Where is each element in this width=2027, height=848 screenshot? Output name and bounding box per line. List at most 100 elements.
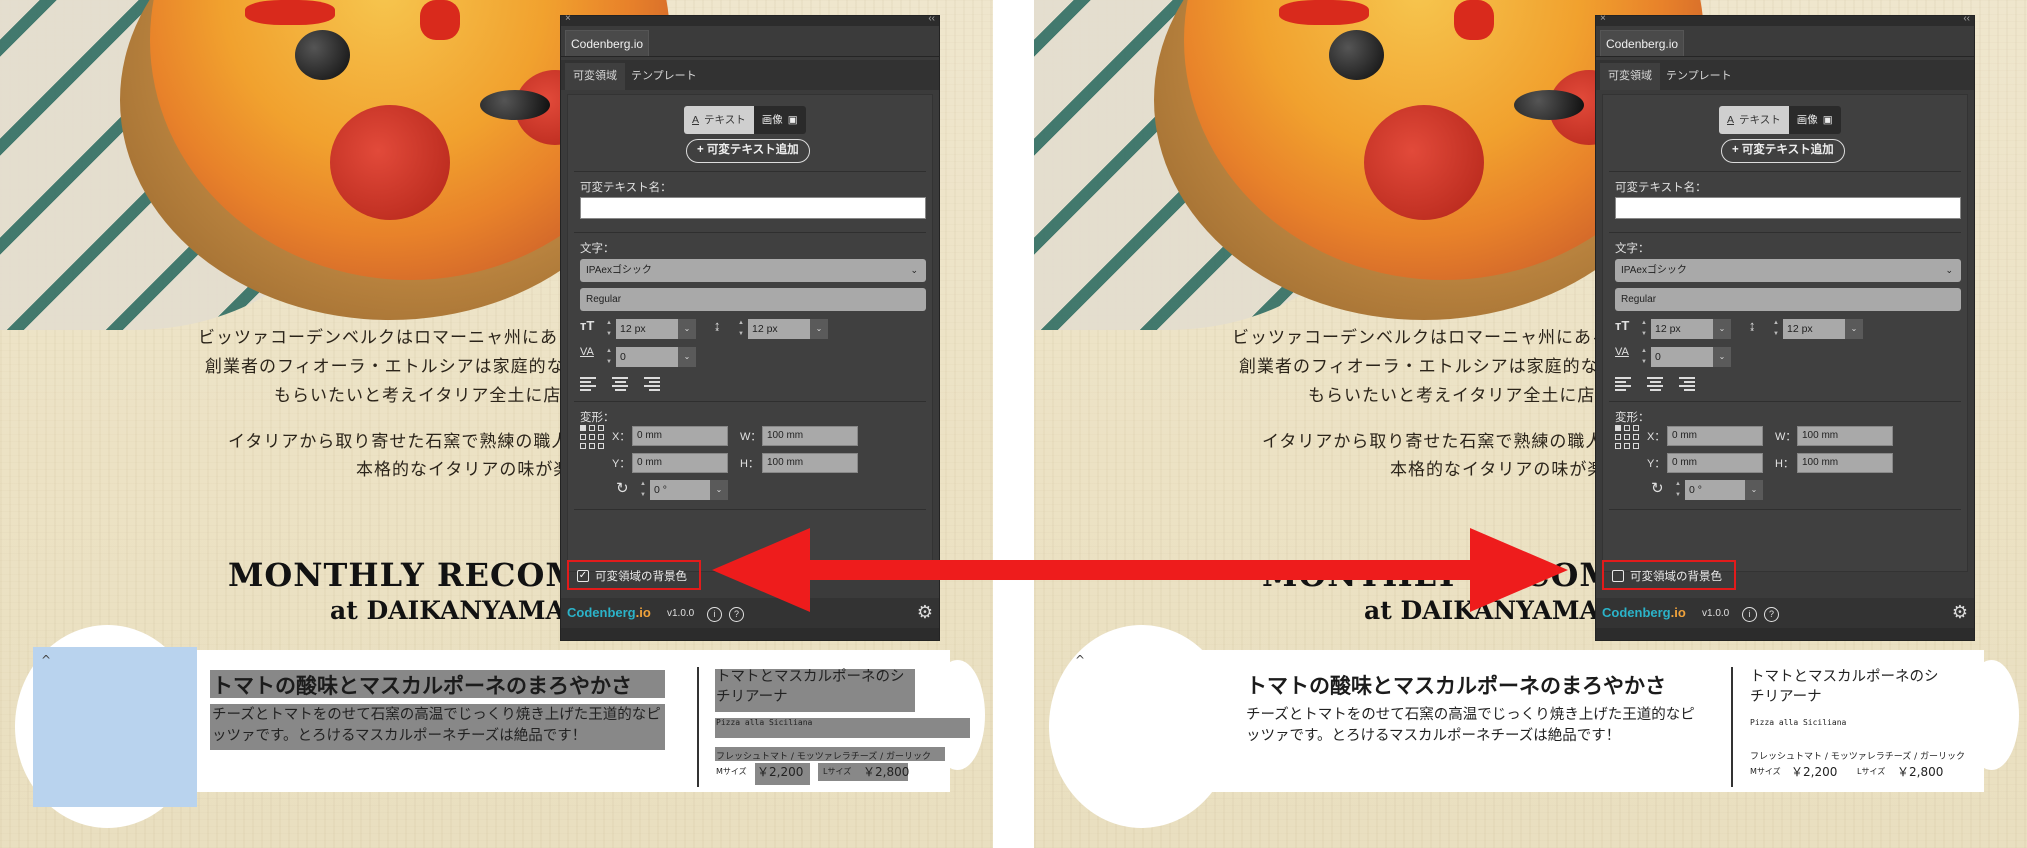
panel-topbar: × ‹‹ — [561, 13, 939, 26]
x-field[interactable]: 0 mm — [632, 426, 728, 446]
monthly-headline: MONTHLY RECOMM — [1262, 556, 1653, 594]
x-field[interactable]: 0 mm — [1667, 426, 1763, 446]
w-field[interactable]: 100 mm — [1797, 426, 1893, 446]
tracking-field[interactable]: 0 — [616, 347, 678, 367]
pizza-ingredients: フレッシュトマト / モッツァレラチーズ / ガーリック — [1750, 752, 1966, 762]
tracking-field[interactable]: 0 — [1651, 347, 1713, 367]
tracking-dropdown[interactable]: ⌄ — [678, 347, 696, 367]
line-height-stepper[interactable]: ▲ ▼ — [736, 318, 746, 340]
align-left-button[interactable] — [580, 377, 596, 391]
font-size-stepper[interactable]: ▲ ▼ — [1639, 318, 1649, 340]
h-field[interactable]: 100 mm — [762, 453, 858, 473]
tab-template[interactable]: テンプレート — [623, 63, 705, 90]
tracking-dropdown[interactable]: ⌄ — [1713, 347, 1731, 367]
rotation-field[interactable]: 0 ° — [1685, 480, 1745, 500]
text-a-icon: A — [692, 114, 700, 126]
rotation-stepper[interactable]: ▲ ▼ — [638, 479, 648, 501]
pizza-ingredients: フレッシュトマト / モッツァレラチーズ / ガーリック — [716, 752, 932, 762]
collapse-caret-icon[interactable]: ^ — [41, 653, 51, 667]
font-style-select[interactable]: Regular — [1615, 288, 1961, 311]
card-description: チーズとトマトをのせて石窯の高温でじっくり焼き上げた王道的なピッツァです。とろけ… — [212, 707, 661, 744]
font-style-select[interactable]: Regular — [580, 288, 926, 311]
line-height-stepper[interactable]: ▲ ▼ — [1771, 318, 1781, 340]
m-price: ￥2,200 — [1791, 765, 1838, 779]
help-icon[interactable]: ? — [1764, 607, 1779, 622]
align-left-button[interactable] — [580, 325, 596, 339]
close-icon[interactable]: × — [1600, 13, 1606, 24]
text-name-input[interactable] — [1615, 197, 1961, 219]
collapse-caret-icon[interactable]: ^ — [1075, 653, 1085, 667]
separator — [574, 171, 926, 172]
tracking-icon: VA — [580, 346, 594, 358]
tab-variable-area[interactable]: 可変領域 — [1600, 63, 1660, 90]
align-center-button[interactable] — [612, 377, 628, 391]
add-variable-text-button[interactable]: + 可変テキスト追加 — [1721, 139, 1845, 163]
version-label: v1.0.0 — [1702, 608, 1730, 619]
line-height-field[interactable]: 12 px — [748, 319, 810, 339]
w-field[interactable]: 100 mm — [762, 426, 858, 446]
align-right-button[interactable] — [644, 377, 660, 391]
font-family-value: IPAexゴシック — [586, 265, 652, 276]
image-area-placeholder[interactable] — [33, 647, 197, 807]
panel-tabs: 可変領域 テンプレート — [1596, 60, 1974, 90]
pepperoni — [1364, 105, 1484, 220]
h-field[interactable]: 100 mm — [1797, 453, 1893, 473]
collapse-panel-icon[interactable]: ‹‹ — [928, 13, 935, 24]
line-height-field[interactable]: 12 px — [1783, 319, 1845, 339]
panel-title-tab[interactable]: Codenberg.io — [565, 30, 650, 56]
font-size-stepper[interactable]: ▲ ▼ — [604, 318, 614, 340]
info-icon[interactable]: i — [707, 607, 722, 622]
panel-title-tab[interactable]: Codenberg.io — [1600, 30, 1685, 56]
text-name-label: 可変テキスト名： — [1615, 182, 1707, 194]
align-right-button[interactable] — [1679, 377, 1695, 391]
gear-icon[interactable]: ⚙ — [1952, 602, 1968, 623]
help-icon[interactable]: ? — [729, 607, 744, 622]
image-mode-button[interactable]: 画像 ▣ — [1788, 106, 1841, 134]
bg-color-checkbox[interactable]: ✓ — [577, 570, 589, 582]
separator — [1609, 401, 1961, 402]
reference-point-grid[interactable] — [1615, 425, 1639, 449]
close-icon[interactable]: × — [565, 13, 571, 24]
text-mode-button[interactable]: A テキスト — [1719, 106, 1789, 134]
info-icon[interactable]: i — [1742, 607, 1757, 622]
font-size-field[interactable]: 12 px — [616, 319, 678, 339]
text-mode-button[interactable]: A テキスト — [684, 106, 754, 134]
align-left-button[interactable] — [1615, 377, 1631, 391]
bg-color-checkbox-row[interactable]: ✓ 可変領域の背景色 — [567, 560, 701, 590]
w-label: W： — [740, 431, 762, 443]
line-height-dropdown[interactable]: ⌄ — [1845, 319, 1863, 339]
pepperoni — [330, 105, 450, 220]
image-mode-button[interactable]: 画像 ▣ — [753, 106, 806, 134]
y-field[interactable]: 0 mm — [632, 453, 728, 473]
line-height-dropdown[interactable]: ⌄ — [810, 319, 828, 339]
collapse-panel-icon[interactable]: ‹‹ — [1963, 13, 1970, 24]
y-field[interactable]: 0 mm — [1667, 453, 1763, 473]
menu-card[interactable]: トマトの酸味とマスカルポーネのまろやかさ チーズとトマトをのせて石窯の高温でじっ… — [150, 650, 970, 792]
tab-variable-area[interactable]: 可変領域 — [565, 63, 625, 90]
tomato-slice — [420, 0, 460, 40]
reference-point-grid[interactable] — [580, 425, 604, 449]
l-price: ￥2,800 — [863, 765, 910, 779]
font-family-select[interactable]: IPAexゴシック ⌄ — [1615, 259, 1961, 282]
pizza-italian-name: Pizza alla Siciliana — [1750, 718, 1847, 727]
add-variable-text-button[interactable]: + 可変テキスト追加 — [686, 139, 810, 163]
rotation-dropdown[interactable]: ⌄ — [710, 480, 728, 500]
tracking-stepper[interactable]: ▲ ▼ — [604, 346, 614, 368]
font-size-field[interactable]: 12 px — [1651, 319, 1713, 339]
card-title: トマトの酸味とマスカルポーネのまろやかさ — [212, 674, 632, 698]
font-size-dropdown[interactable]: ⌄ — [1713, 319, 1731, 339]
font-size-dropdown[interactable]: ⌄ — [678, 319, 696, 339]
font-family-select[interactable]: IPAexゴシック ⌄ — [580, 259, 926, 282]
text-name-input[interactable] — [580, 197, 926, 219]
bg-color-checkbox-row[interactable]: 可変領域の背景色 — [1602, 560, 1736, 590]
bg-color-checkbox[interactable] — [1612, 570, 1624, 582]
panel-bottom-strip — [561, 628, 939, 640]
menu-card[interactable]: トマトの酸味とマスカルポーネのまろやかさ チーズとトマトをのせて石窯の高温でじっ… — [1184, 650, 1984, 792]
rotation-stepper[interactable]: ▲ ▼ — [1673, 479, 1683, 501]
tab-template[interactable]: テンプレート — [1658, 63, 1740, 90]
align-center-button[interactable] — [1647, 377, 1663, 391]
gear-icon[interactable]: ⚙ — [917, 602, 933, 623]
rotation-field[interactable]: 0 ° — [650, 480, 710, 500]
rotation-dropdown[interactable]: ⌄ — [1745, 480, 1763, 500]
tracking-stepper[interactable]: ▲ ▼ — [1639, 346, 1649, 368]
